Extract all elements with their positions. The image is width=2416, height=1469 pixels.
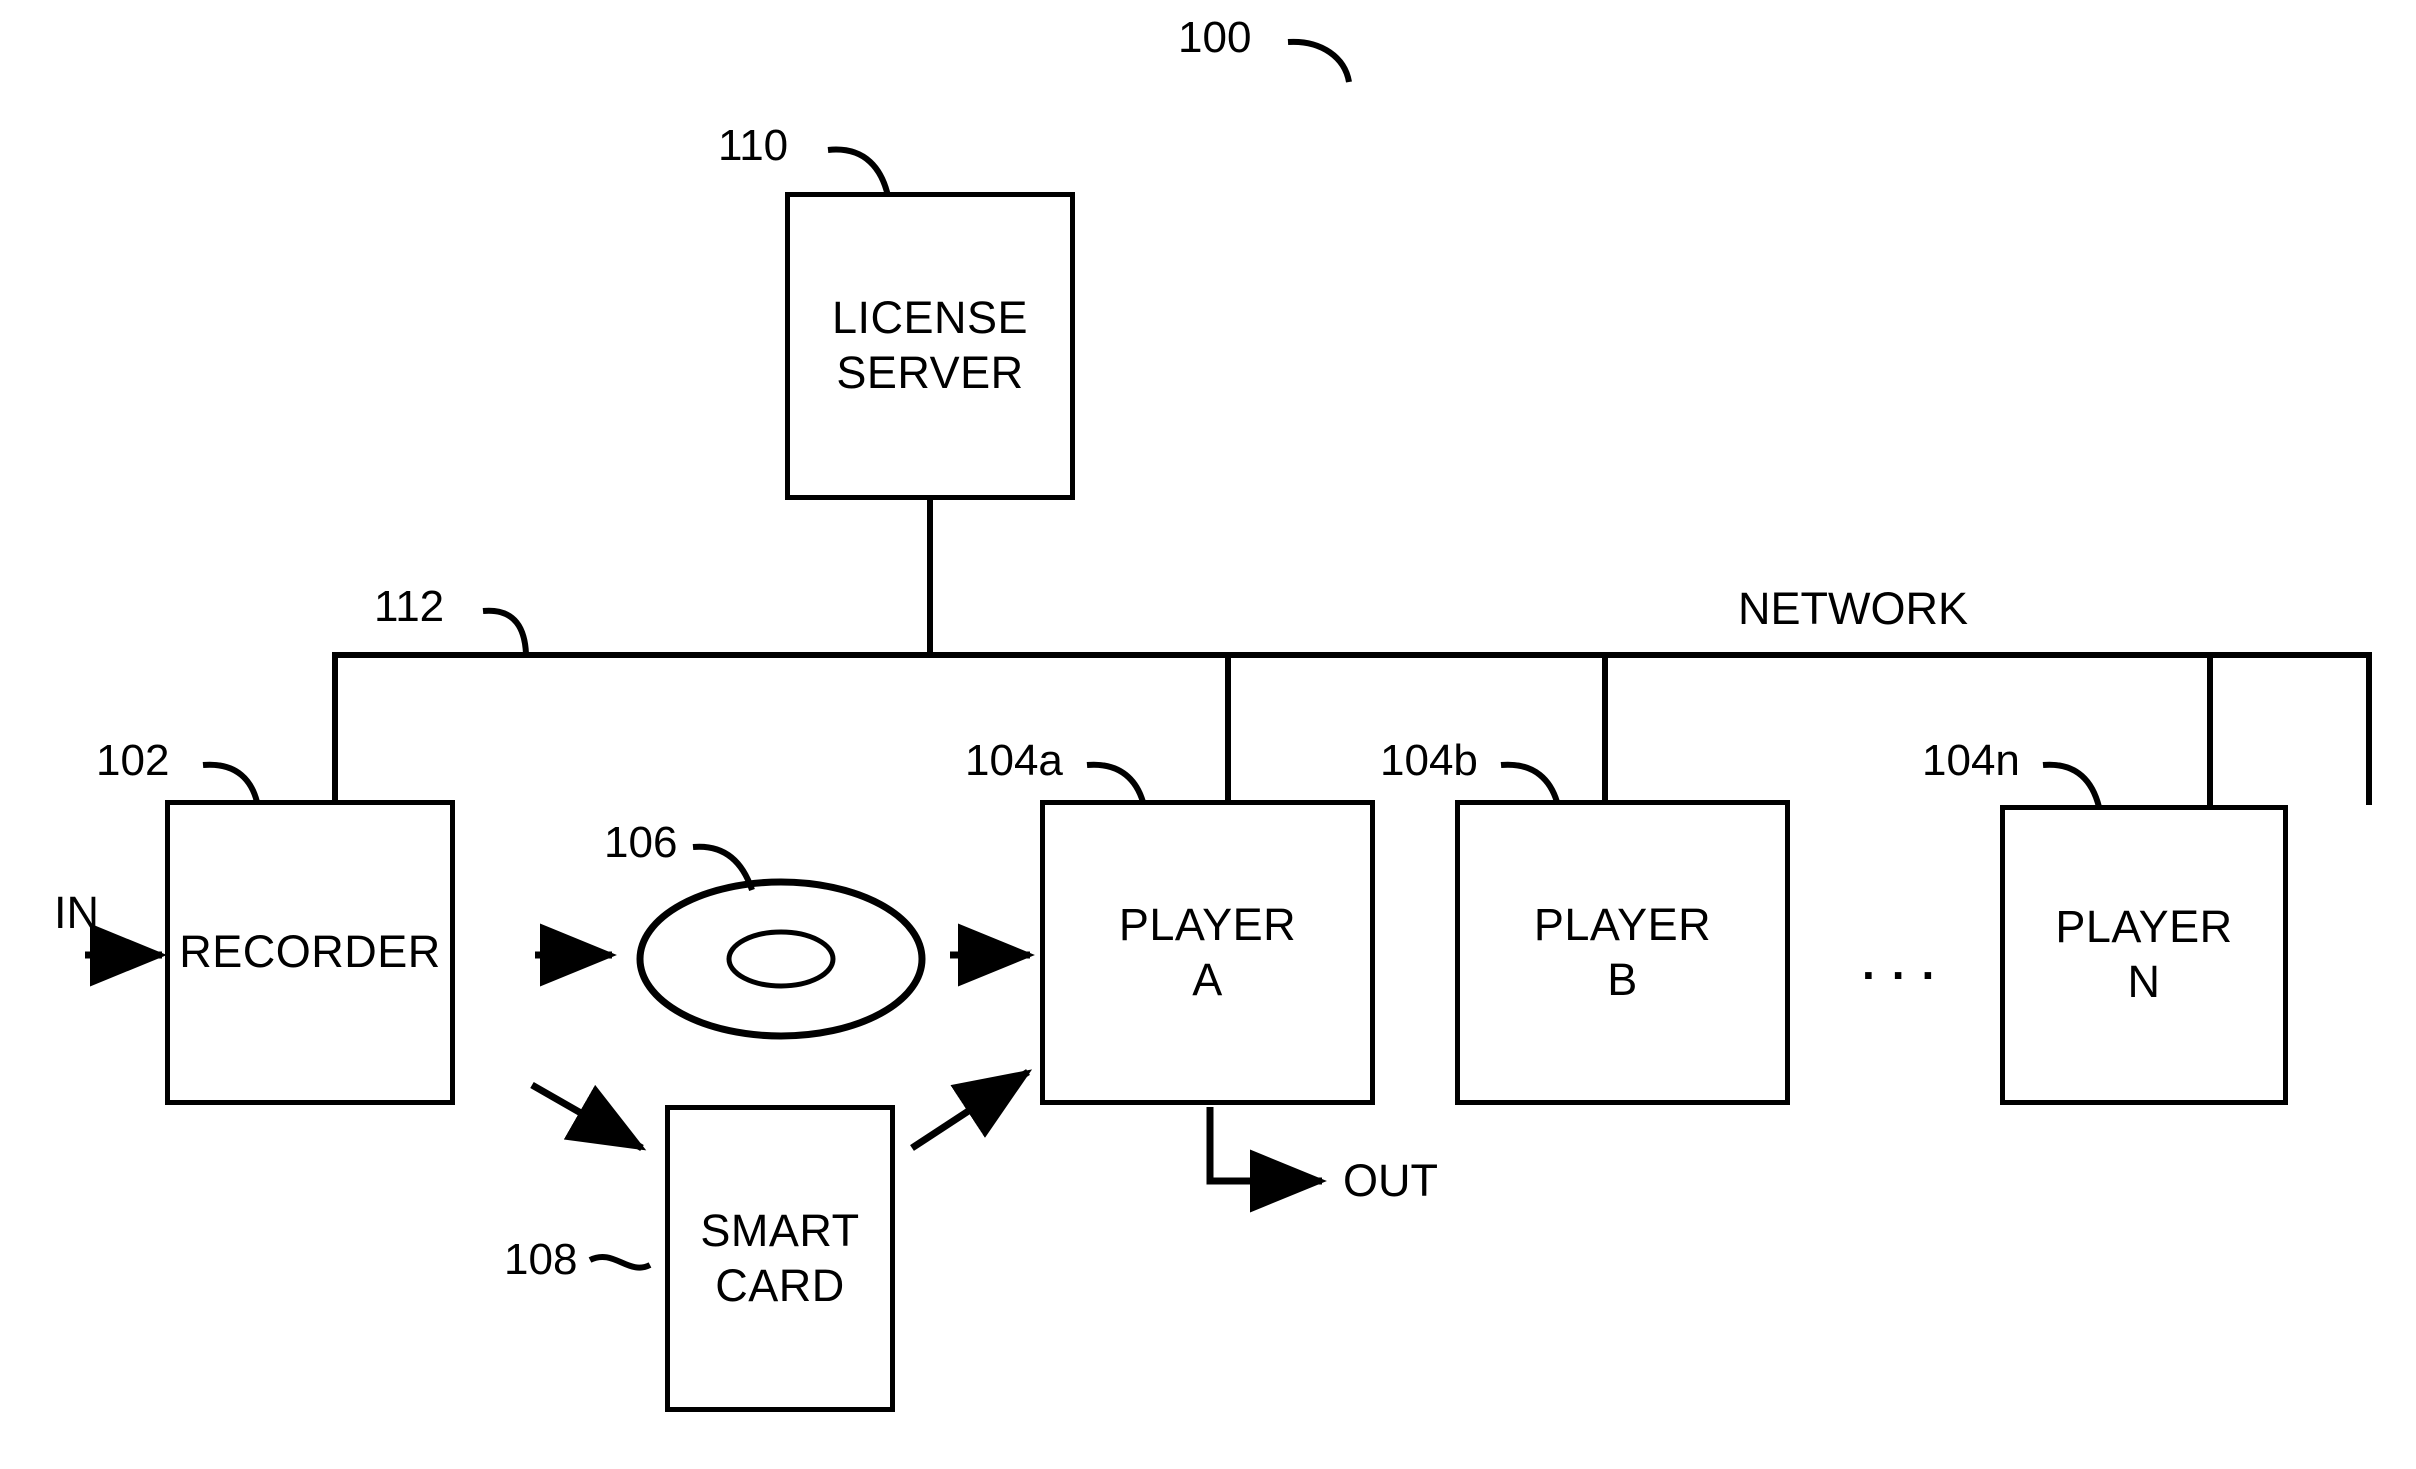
leader-line-108	[588, 1253, 652, 1271]
ref-numeral-106: 106	[604, 818, 678, 867]
leader-line-106	[692, 843, 755, 891]
connector-layer	[85, 38, 2372, 1271]
player-a-label: PLAYER A	[1118, 898, 1297, 1005]
figure-canvas: 100 110 112 102 104a 104b 104n 106 108 L…	[0, 0, 2416, 1469]
players-ellipsis: ...	[1862, 937, 1952, 989]
player-a-node[interactable]: PLAYER A	[1040, 800, 1375, 1105]
player-b-label: PLAYER B	[1533, 898, 1712, 1005]
output-label: OUT	[1343, 1155, 1438, 1206]
player-n-node[interactable]: PLAYER N	[2000, 805, 2288, 1105]
network-label: NETWORK	[1738, 583, 1968, 634]
smart-card-node[interactable]: SMART CARD	[665, 1105, 895, 1412]
ref-numeral-108: 108	[504, 1235, 578, 1284]
ref-numeral-112: 112	[374, 582, 445, 631]
optical-disc-icon	[636, 878, 926, 1040]
leader-line-104b	[1500, 761, 1560, 803]
recorder-label: RECORDER	[179, 926, 441, 978]
leader-line-104a	[1086, 761, 1146, 803]
leader-line-102	[202, 761, 260, 803]
leader-line-112	[482, 607, 529, 655]
input-label: IN	[54, 887, 99, 938]
leader-line-104n	[2042, 761, 2102, 808]
ref-numeral-104b: 104b	[1380, 736, 1478, 785]
ref-numeral-100: 100	[1178, 13, 1252, 62]
smartcard-to-player-a-arrow	[910, 1069, 1033, 1151]
ref-numeral-104a: 104a	[965, 736, 1063, 785]
license-server-label: LICENSE SERVER	[831, 292, 1029, 398]
network-bus-112	[332, 652, 2372, 805]
ref-numeral-110: 110	[718, 121, 789, 170]
recorder-node[interactable]: RECORDER	[165, 800, 455, 1105]
player-b-node[interactable]: PLAYER B	[1455, 800, 1790, 1105]
player-a-out-arrow	[1206, 1107, 1327, 1213]
recorder-to-smartcard-arrow	[530, 1081, 647, 1152]
leader-line-100	[1287, 38, 1352, 83]
leader-line-110	[827, 146, 891, 197]
license-server-node[interactable]: LICENSE SERVER	[785, 192, 1075, 500]
ref-numeral-104n: 104n	[1922, 736, 2020, 785]
ref-numeral-102: 102	[96, 736, 170, 785]
player-n-label: PLAYER N	[2055, 901, 2233, 1007]
smart-card-label: SMART CARD	[700, 1204, 860, 1311]
